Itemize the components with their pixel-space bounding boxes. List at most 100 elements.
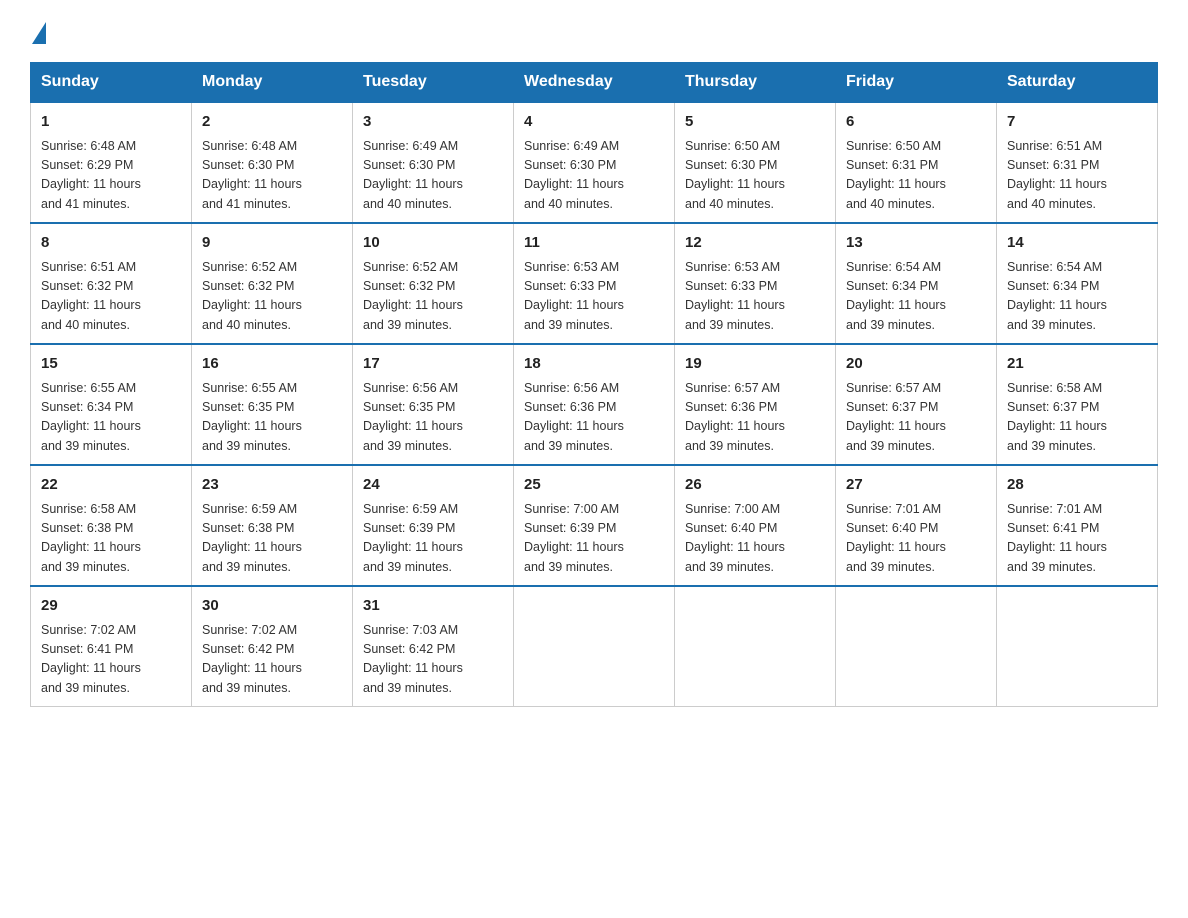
day-info: Sunrise: 6:59 AMSunset: 6:38 PMDaylight:… [202,500,342,578]
day-info: Sunrise: 6:57 AMSunset: 6:37 PMDaylight:… [846,379,986,457]
calendar-cell: 22 Sunrise: 6:58 AMSunset: 6:38 PMDaylig… [31,465,192,586]
calendar-cell: 20 Sunrise: 6:57 AMSunset: 6:37 PMDaylig… [836,344,997,465]
calendar-cell: 21 Sunrise: 6:58 AMSunset: 6:37 PMDaylig… [997,344,1158,465]
day-info: Sunrise: 6:52 AMSunset: 6:32 PMDaylight:… [202,258,342,336]
day-info: Sunrise: 7:02 AMSunset: 6:42 PMDaylight:… [202,621,342,699]
day-info: Sunrise: 6:55 AMSunset: 6:35 PMDaylight:… [202,379,342,457]
day-info: Sunrise: 6:52 AMSunset: 6:32 PMDaylight:… [363,258,503,336]
header-sunday: Sunday [31,63,192,103]
day-number: 23 [202,474,342,497]
day-number: 24 [363,474,503,497]
calendar-cell: 3 Sunrise: 6:49 AMSunset: 6:30 PMDayligh… [353,102,514,223]
day-number: 11 [524,232,664,255]
day-number: 9 [202,232,342,255]
day-number: 19 [685,353,825,376]
calendar-cell: 14 Sunrise: 6:54 AMSunset: 6:34 PMDaylig… [997,223,1158,344]
calendar-cell: 24 Sunrise: 6:59 AMSunset: 6:39 PMDaylig… [353,465,514,586]
calendar-cell: 5 Sunrise: 6:50 AMSunset: 6:30 PMDayligh… [675,102,836,223]
page-header [30,20,1158,44]
calendar-cell: 18 Sunrise: 6:56 AMSunset: 6:36 PMDaylig… [514,344,675,465]
week-row-1: 1 Sunrise: 6:48 AMSunset: 6:29 PMDayligh… [31,102,1158,223]
logo-triangle-icon [32,22,46,44]
calendar-cell: 1 Sunrise: 6:48 AMSunset: 6:29 PMDayligh… [31,102,192,223]
day-info: Sunrise: 6:55 AMSunset: 6:34 PMDaylight:… [41,379,181,457]
day-number: 4 [524,111,664,134]
calendar-cell: 29 Sunrise: 7:02 AMSunset: 6:41 PMDaylig… [31,586,192,707]
calendar-cell: 13 Sunrise: 6:54 AMSunset: 6:34 PMDaylig… [836,223,997,344]
day-number: 5 [685,111,825,134]
day-info: Sunrise: 6:49 AMSunset: 6:30 PMDaylight:… [363,137,503,215]
day-info: Sunrise: 7:00 AMSunset: 6:39 PMDaylight:… [524,500,664,578]
header-wednesday: Wednesday [514,63,675,103]
calendar-cell: 8 Sunrise: 6:51 AMSunset: 6:32 PMDayligh… [31,223,192,344]
header-saturday: Saturday [997,63,1158,103]
calendar-cell: 17 Sunrise: 6:56 AMSunset: 6:35 PMDaylig… [353,344,514,465]
day-number: 6 [846,111,986,134]
calendar-cell: 7 Sunrise: 6:51 AMSunset: 6:31 PMDayligh… [997,102,1158,223]
logo [30,20,46,44]
header-thursday: Thursday [675,63,836,103]
day-info: Sunrise: 6:48 AMSunset: 6:30 PMDaylight:… [202,137,342,215]
day-info: Sunrise: 6:51 AMSunset: 6:31 PMDaylight:… [1007,137,1147,215]
day-info: Sunrise: 6:51 AMSunset: 6:32 PMDaylight:… [41,258,181,336]
days-header-row: SundayMondayTuesdayWednesdayThursdayFrid… [31,63,1158,103]
calendar-cell: 30 Sunrise: 7:02 AMSunset: 6:42 PMDaylig… [192,586,353,707]
day-info: Sunrise: 6:54 AMSunset: 6:34 PMDaylight:… [1007,258,1147,336]
day-number: 13 [846,232,986,255]
day-number: 1 [41,111,181,134]
day-info: Sunrise: 7:01 AMSunset: 6:41 PMDaylight:… [1007,500,1147,578]
day-info: Sunrise: 6:50 AMSunset: 6:31 PMDaylight:… [846,137,986,215]
header-monday: Monday [192,63,353,103]
week-row-4: 22 Sunrise: 6:58 AMSunset: 6:38 PMDaylig… [31,465,1158,586]
day-number: 31 [363,595,503,618]
calendar-cell: 12 Sunrise: 6:53 AMSunset: 6:33 PMDaylig… [675,223,836,344]
calendar-cell: 27 Sunrise: 7:01 AMSunset: 6:40 PMDaylig… [836,465,997,586]
calendar-cell: 9 Sunrise: 6:52 AMSunset: 6:32 PMDayligh… [192,223,353,344]
calendar-cell: 2 Sunrise: 6:48 AMSunset: 6:30 PMDayligh… [192,102,353,223]
calendar-cell: 23 Sunrise: 6:59 AMSunset: 6:38 PMDaylig… [192,465,353,586]
day-number: 22 [41,474,181,497]
day-info: Sunrise: 6:56 AMSunset: 6:36 PMDaylight:… [524,379,664,457]
week-row-2: 8 Sunrise: 6:51 AMSunset: 6:32 PMDayligh… [31,223,1158,344]
week-row-3: 15 Sunrise: 6:55 AMSunset: 6:34 PMDaylig… [31,344,1158,465]
calendar-cell: 25 Sunrise: 7:00 AMSunset: 6:39 PMDaylig… [514,465,675,586]
calendar-cell [675,586,836,707]
day-number: 10 [363,232,503,255]
day-number: 2 [202,111,342,134]
week-row-5: 29 Sunrise: 7:02 AMSunset: 6:41 PMDaylig… [31,586,1158,707]
day-number: 30 [202,595,342,618]
calendar-table: SundayMondayTuesdayWednesdayThursdayFrid… [30,62,1158,707]
day-number: 27 [846,474,986,497]
day-info: Sunrise: 6:56 AMSunset: 6:35 PMDaylight:… [363,379,503,457]
day-number: 25 [524,474,664,497]
day-number: 29 [41,595,181,618]
day-info: Sunrise: 7:03 AMSunset: 6:42 PMDaylight:… [363,621,503,699]
day-info: Sunrise: 6:58 AMSunset: 6:37 PMDaylight:… [1007,379,1147,457]
header-tuesday: Tuesday [353,63,514,103]
calendar-cell: 31 Sunrise: 7:03 AMSunset: 6:42 PMDaylig… [353,586,514,707]
day-info: Sunrise: 6:54 AMSunset: 6:34 PMDaylight:… [846,258,986,336]
calendar-cell: 10 Sunrise: 6:52 AMSunset: 6:32 PMDaylig… [353,223,514,344]
calendar-cell [997,586,1158,707]
calendar-cell [836,586,997,707]
calendar-cell [514,586,675,707]
day-number: 12 [685,232,825,255]
day-info: Sunrise: 6:48 AMSunset: 6:29 PMDaylight:… [41,137,181,215]
day-info: Sunrise: 6:50 AMSunset: 6:30 PMDaylight:… [685,137,825,215]
calendar-cell: 19 Sunrise: 6:57 AMSunset: 6:36 PMDaylig… [675,344,836,465]
calendar-cell: 4 Sunrise: 6:49 AMSunset: 6:30 PMDayligh… [514,102,675,223]
day-number: 21 [1007,353,1147,376]
calendar-cell: 26 Sunrise: 7:00 AMSunset: 6:40 PMDaylig… [675,465,836,586]
calendar-cell: 16 Sunrise: 6:55 AMSunset: 6:35 PMDaylig… [192,344,353,465]
day-number: 26 [685,474,825,497]
day-number: 8 [41,232,181,255]
day-info: Sunrise: 6:59 AMSunset: 6:39 PMDaylight:… [363,500,503,578]
day-info: Sunrise: 6:58 AMSunset: 6:38 PMDaylight:… [41,500,181,578]
calendar-cell: 15 Sunrise: 6:55 AMSunset: 6:34 PMDaylig… [31,344,192,465]
calendar-cell: 28 Sunrise: 7:01 AMSunset: 6:41 PMDaylig… [997,465,1158,586]
header-friday: Friday [836,63,997,103]
day-number: 14 [1007,232,1147,255]
day-number: 20 [846,353,986,376]
calendar-cell: 11 Sunrise: 6:53 AMSunset: 6:33 PMDaylig… [514,223,675,344]
day-number: 3 [363,111,503,134]
